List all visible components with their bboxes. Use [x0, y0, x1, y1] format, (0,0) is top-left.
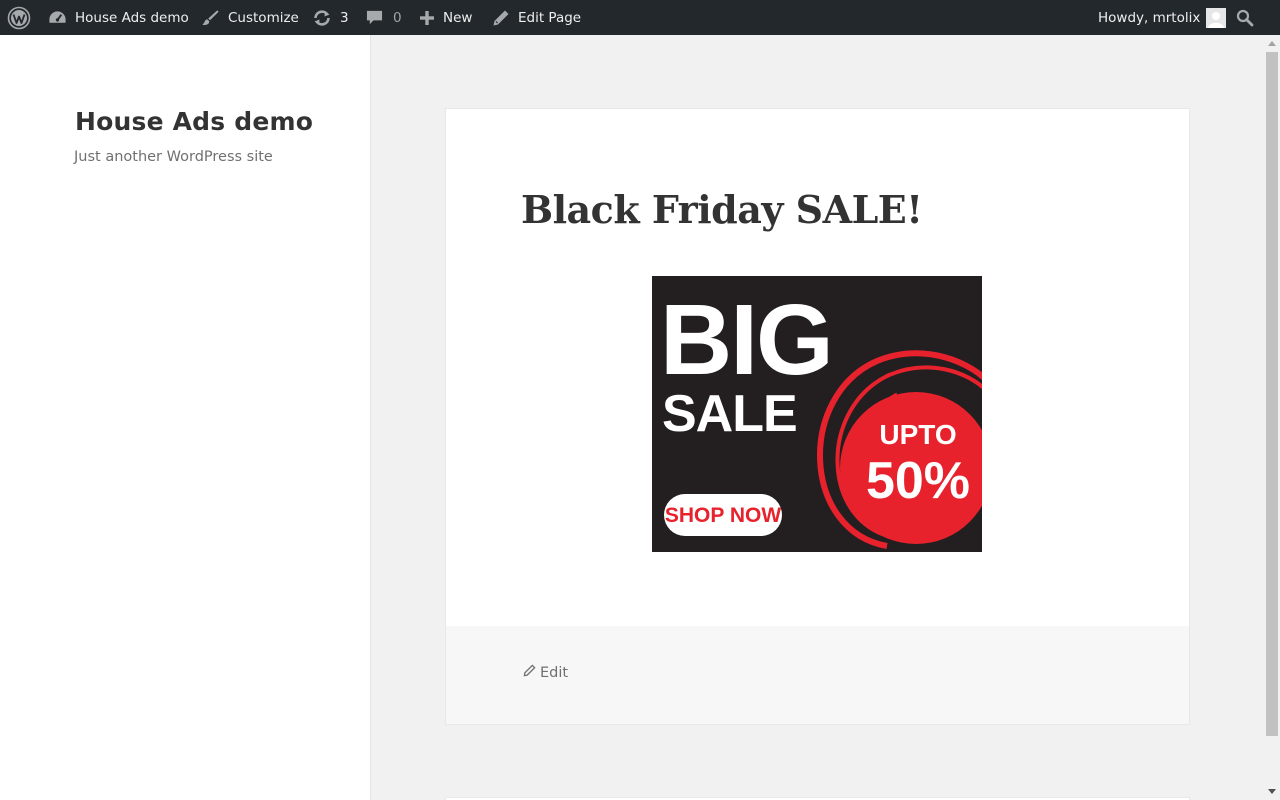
dashboard-icon — [48, 9, 67, 27]
howdy-label: Howdy, mrtolix — [1098, 9, 1201, 26]
comments-menu[interactable]: 0 — [366, 0, 402, 35]
site-description: Just another WordPress site — [74, 149, 273, 165]
search-icon — [1236, 9, 1254, 27]
wordpress-menu[interactable] — [7, 0, 39, 35]
customize-label: Customize — [228, 9, 299, 26]
ad-sale-text: SALE — [662, 385, 797, 443]
avatar — [1206, 7, 1227, 28]
site-name-label: House Ads demo — [75, 9, 189, 26]
comment-bubble-icon — [366, 9, 383, 26]
search-menu[interactable] — [1236, 0, 1254, 35]
updates-count: 3 — [340, 9, 349, 26]
pencil-icon — [492, 9, 510, 27]
updates-menu[interactable]: 3 — [312, 0, 349, 35]
scroll-thumb[interactable] — [1266, 52, 1278, 736]
edit-label: Edit — [540, 664, 569, 681]
site-name-menu[interactable]: House Ads demo — [48, 0, 189, 35]
scroll-up-arrow-icon[interactable] — [1264, 35, 1280, 51]
comments-count: 0 — [393, 9, 402, 26]
ad-percent-text: 50% — [866, 452, 970, 510]
plus-icon — [419, 10, 435, 26]
ad-banner[interactable]: UPTO 50% BIG SALE SHOP NOW — [652, 276, 982, 552]
paintbrush-icon — [201, 9, 220, 27]
admin-bar: House Ads demo Customize 3 0 New Edit Pa… — [0, 0, 1280, 35]
pencil-icon — [523, 664, 536, 681]
scroll-down-arrow-icon[interactable] — [1264, 784, 1280, 800]
sidebar: House Ads demo Just another WordPress si… — [0, 35, 371, 800]
entry-footer: Edit — [446, 626, 1189, 724]
scrollbar[interactable] — [1264, 35, 1280, 800]
wordpress-logo-icon — [7, 6, 31, 30]
edit-page-label: Edit Page — [518, 9, 582, 26]
updates-icon — [312, 9, 332, 27]
new-label: New — [443, 9, 473, 26]
new-content-menu[interactable]: New — [419, 0, 472, 35]
customize-menu[interactable]: Customize — [201, 0, 299, 35]
site-title[interactable]: House Ads demo — [75, 107, 313, 136]
ad-shop-now-text: SHOP NOW — [665, 504, 781, 527]
article: Black Friday SALE! UPTO 50% BIG SALE SHO… — [445, 108, 1190, 725]
entry-title: Black Friday SALE! — [521, 187, 923, 232]
ad-big-text: BIG — [660, 284, 832, 396]
ad-banner-graphic: UPTO 50% BIG SALE SHOP NOW — [652, 276, 982, 552]
my-account-menu[interactable]: Howdy, mrtolix — [1098, 0, 1227, 35]
ad-upto-text: UPTO — [879, 419, 956, 450]
edit-page-menu[interactable]: Edit Page — [492, 0, 581, 35]
edit-link[interactable]: Edit — [523, 664, 568, 681]
